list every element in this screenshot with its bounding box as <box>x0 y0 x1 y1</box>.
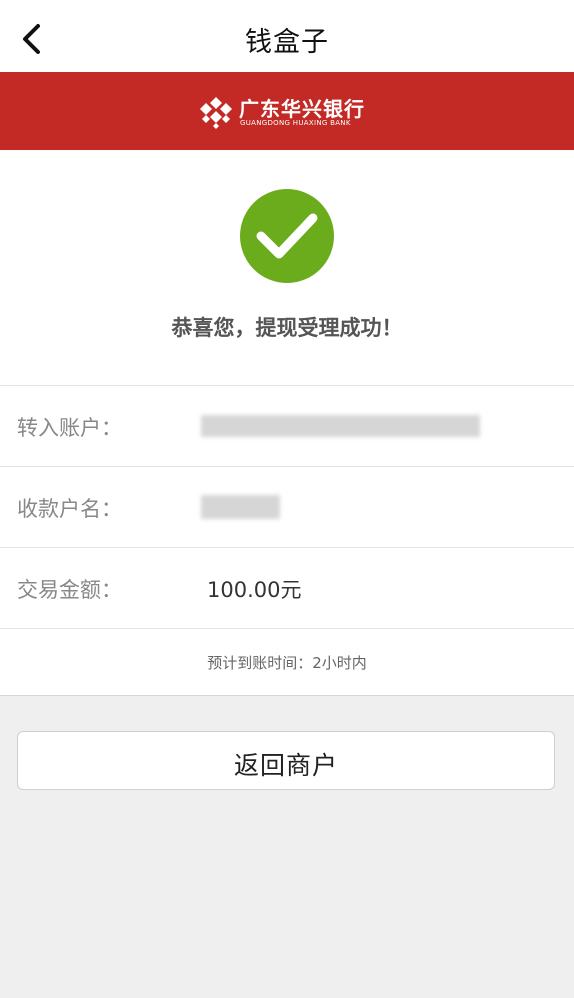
success-message: 恭喜您，提现受理成功！ <box>171 316 403 340</box>
amount-value: 100.00元 <box>207 578 302 602</box>
bank-emblem-icon <box>200 97 232 129</box>
bank-logo: 广东华兴银行 GUANGDONG HUAXING BANK <box>197 92 377 132</box>
top-nav-bar: 钱盒子 <box>0 0 574 72</box>
detail-row-payee: 收款户名： <box>0 466 574 547</box>
redacted-account-number <box>201 415 480 437</box>
bank-banner: 广东华兴银行 GUANGDONG HUAXING BANK <box>0 72 574 150</box>
payee-label: 收款户名： <box>17 497 122 521</box>
arrival-time-note: 预计到账时间：2小时内 <box>207 654 367 672</box>
amount-label: 交易金额： <box>17 578 122 602</box>
bank-name-english: GUANGDONG HUAXING BANK <box>240 119 351 127</box>
account-label: 转入账户： <box>17 416 122 440</box>
page-title: 钱盒子 <box>245 27 329 58</box>
arrival-time-row: 预计到账时间：2小时内 <box>0 628 574 696</box>
check-circle-icon <box>240 189 334 283</box>
detail-row-account: 转入账户： <box>0 385 574 466</box>
bank-name: 广东华兴银行 <box>239 97 365 121</box>
return-to-merchant-button[interactable]: 返回商户 <box>17 731 555 790</box>
redacted-payee-name <box>201 495 280 519</box>
result-panel: 恭喜您，提现受理成功！ <box>0 150 574 385</box>
detail-row-amount: 交易金额： 100.00元 <box>0 547 574 628</box>
return-button-label: 返回商户 <box>233 751 338 780</box>
